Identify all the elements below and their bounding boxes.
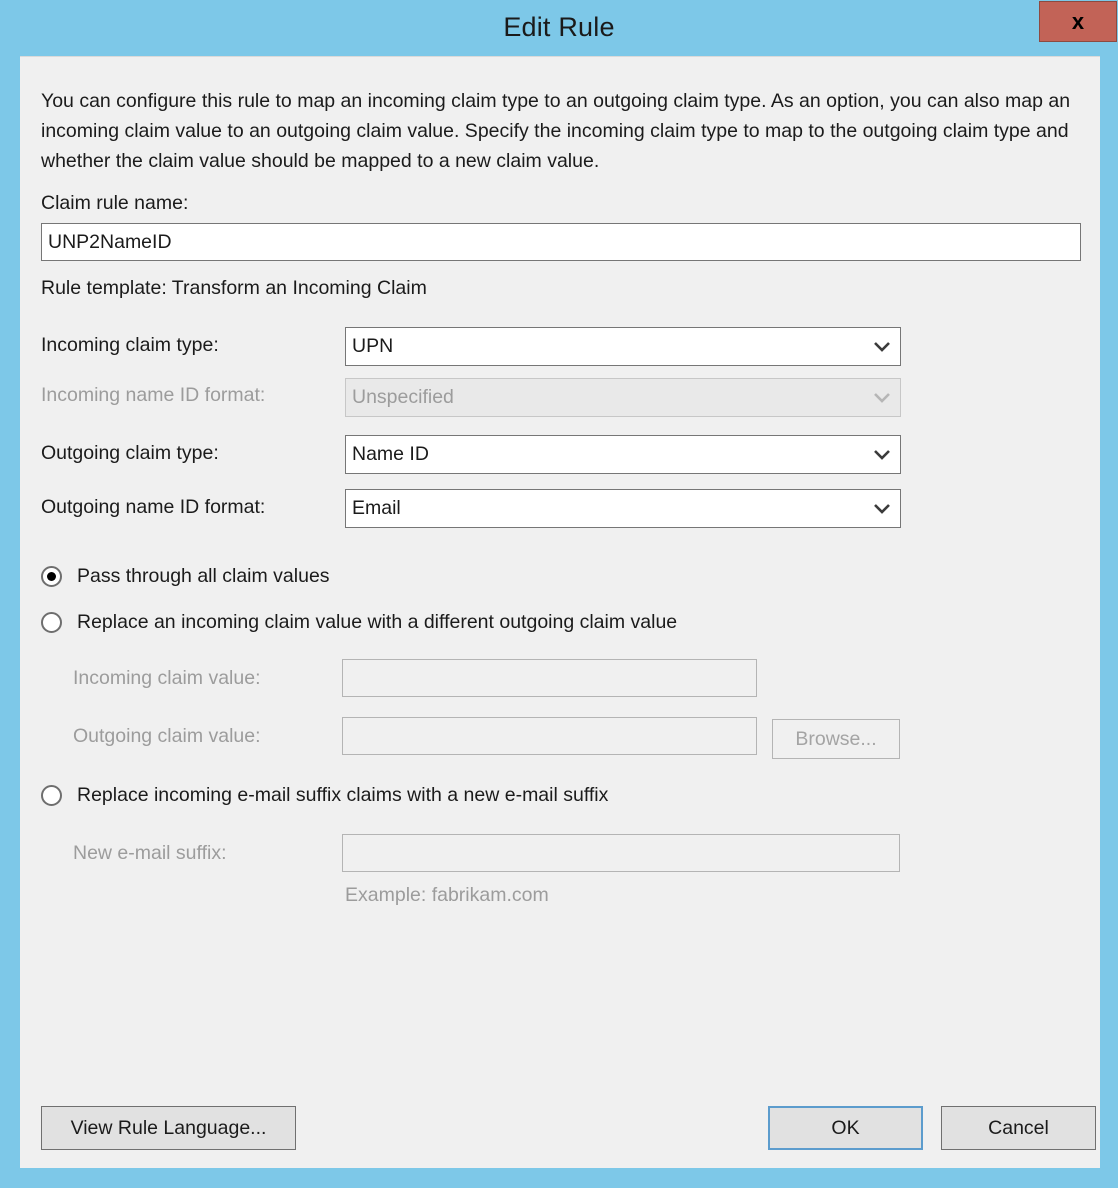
outgoing-claim-value-label: Outgoing claim value: [73,725,261,747]
radio-replace-email-suffix[interactable]: Replace incoming e-mail suffix claims wi… [41,784,608,807]
radio-indicator[interactable] [41,785,62,806]
browse-button: Browse... [772,719,900,759]
claim-rule-name-input[interactable]: UNP2NameID [41,223,1081,261]
new-email-suffix-label: New e-mail suffix: [73,842,227,864]
incoming-claim-type-label: Incoming claim type: [41,334,219,356]
incoming-claim-type-value: UPN [352,335,394,357]
dialog-content: You can configure this rule to map an in… [20,56,1100,1168]
outgoing-claim-value-input [342,717,757,755]
radio-indicator[interactable] [41,612,62,633]
radio-label: Replace an incoming claim value with a d… [77,611,678,633]
title-bar: Edit Rule x [0,0,1118,56]
incoming-claim-value-label: Incoming claim value: [73,667,261,689]
cancel-button[interactable]: Cancel [941,1106,1096,1150]
window-title: Edit Rule [503,12,615,42]
radio-label: Pass through all claim values [77,565,330,587]
chevron-down-icon [864,392,900,404]
close-icon[interactable]: x [1039,1,1117,42]
outgoing-name-id-format-label: Outgoing name ID format: [41,496,266,518]
chevron-down-icon [864,503,900,515]
outgoing-claim-type-label: Outgoing claim type: [41,442,219,464]
email-suffix-example: Example: fabrikam.com [345,884,549,906]
radio-label: Replace incoming e-mail suffix claims wi… [77,784,609,806]
incoming-name-id-format-label: Incoming name ID format: [41,384,266,406]
incoming-name-id-format-value: Unspecified [352,386,454,408]
edit-rule-dialog: Edit Rule x You can configure this rule … [0,0,1118,1188]
incoming-name-id-format-select: Unspecified [345,378,901,417]
outgoing-name-id-format-value: Email [352,497,401,519]
ok-button[interactable]: OK [768,1106,923,1150]
radio-replace-claim-value[interactable]: Replace an incoming claim value with a d… [41,611,677,634]
radio-indicator[interactable] [41,566,62,587]
claim-rule-name-label: Claim rule name: [41,192,189,214]
chevron-down-icon [864,341,900,353]
rule-template-label: Rule template: Transform an Incoming Cla… [41,277,427,299]
radio-pass-through-all[interactable]: Pass through all claim values [41,565,330,588]
new-email-suffix-input [342,834,900,872]
view-rule-language-button[interactable]: View Rule Language... [41,1106,296,1150]
incoming-claim-value-input [342,659,757,697]
chevron-down-icon [864,449,900,461]
outgoing-name-id-format-select[interactable]: Email [345,489,901,528]
outgoing-claim-type-select[interactable]: Name ID [345,435,901,474]
incoming-claim-type-select[interactable]: UPN [345,327,901,366]
dialog-description: You can configure this rule to map an in… [41,90,1071,172]
outgoing-claim-type-value: Name ID [352,443,429,465]
